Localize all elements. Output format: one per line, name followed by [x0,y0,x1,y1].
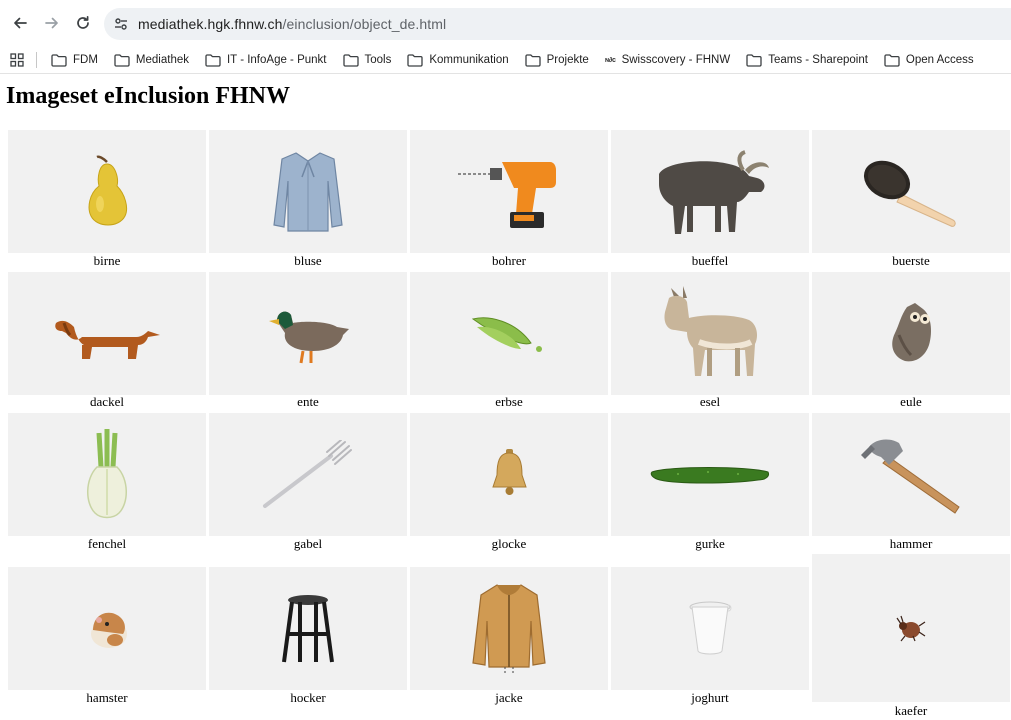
pea-pod-icon[interactable] [410,272,608,395]
image-caption: hammer [889,536,933,551]
image-caption: bluse [294,253,322,268]
jacket-icon[interactable] [410,567,608,690]
image-cell[interactable]: bohrer [410,130,608,269]
image-cell[interactable]: esel [611,272,809,410]
image-cell[interactable]: buerste [812,130,1010,269]
image-caption: esel [699,394,721,409]
image-caption: erbse [495,394,523,409]
image-caption: kaefer [894,703,928,718]
cucumber-icon[interactable] [611,413,809,536]
image-cell[interactable]: gurke [611,413,809,552]
image-cell[interactable]: birne [8,130,206,269]
image-caption: bohrer [492,253,526,268]
owl-icon[interactable] [812,272,1010,395]
image-cell[interactable]: joghurt [611,567,809,706]
donkey-icon[interactable] [611,272,809,395]
pear-icon[interactable] [8,130,206,253]
fennel-icon[interactable] [8,413,206,536]
image-caption: hamster [86,690,128,705]
image-caption: joghurt [691,690,729,705]
image-caption: gurke [695,536,725,551]
drill-icon[interactable] [410,130,608,253]
image-caption: ente [297,394,319,409]
image-cell[interactable]: bueffel [611,130,809,269]
image-caption: buerste [892,253,930,268]
beetle-icon[interactable] [812,554,1010,702]
bell-icon[interactable] [410,413,608,536]
image-caption: glocke [491,536,527,551]
image-cell[interactable]: ente [209,272,407,410]
yogurt-cup-icon[interactable] [611,567,809,690]
image-caption: eule [900,394,922,409]
image-cell[interactable]: hocker [209,567,407,706]
image-caption: dackel [90,394,124,409]
image-cell[interactable]: gabel [209,413,407,552]
image-caption: bueffel [691,253,729,268]
hamster-icon[interactable] [8,567,206,690]
image-cell[interactable]: bluse [209,130,407,269]
image-cell[interactable]: glocke [410,413,608,552]
image-cell[interactable]: kaefer [812,554,1010,719]
hammer-icon[interactable] [812,413,1010,536]
image-cell[interactable]: dackel [8,272,206,410]
dachshund-icon[interactable] [8,272,206,395]
image-caption: birne [93,253,121,268]
image-cell[interactable]: jacke [410,567,608,706]
image-cell[interactable]: eule [812,272,1010,410]
duck-icon[interactable] [209,272,407,395]
buffalo-icon[interactable] [611,130,809,253]
stool-icon[interactable] [209,567,407,690]
brush-icon[interactable] [812,130,1010,253]
blouse-icon[interactable] [209,130,407,253]
image-cell[interactable]: erbse [410,272,608,410]
image-cell[interactable]: hammer [812,413,1010,552]
image-caption: hocker [290,690,326,705]
image-cell[interactable]: hamster [8,567,206,706]
image-cell[interactable]: fenchel [8,413,206,552]
image-caption: jacke [495,690,523,705]
fork-icon[interactable] [209,413,407,536]
image-caption: fenchel [87,536,127,551]
image-caption: gabel [293,536,323,551]
image-grid: birne bluse bohrer bueffel buerste dackel ente… [0,0,1011,720]
